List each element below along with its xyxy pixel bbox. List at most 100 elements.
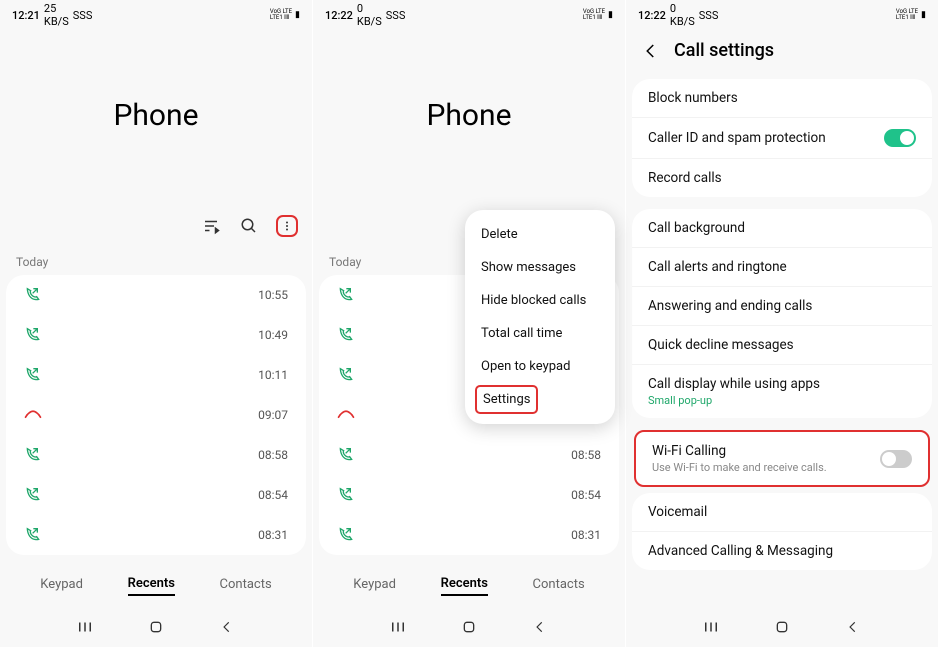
nav-back-icon[interactable]	[530, 617, 550, 637]
call-time: 10:11	[258, 368, 288, 382]
settings-row-call-display-while-using-apps[interactable]: Call display while using apps Small pop-u…	[632, 365, 932, 418]
bottom-tabs: Keypad Recents Contacts	[0, 565, 312, 607]
call-row[interactable]: 10:55	[6, 275, 306, 315]
more-menu-icon[interactable]	[276, 215, 298, 237]
call-row[interactable]: 08:54	[319, 475, 619, 515]
nav-recents-icon[interactable]	[388, 617, 408, 637]
tab-contacts[interactable]: Contacts	[533, 577, 585, 595]
status-speed: 25KB/S	[44, 2, 69, 28]
outgoing-call-icon	[24, 326, 42, 344]
nav-recents-icon[interactable]	[75, 617, 95, 637]
settings-row-title: Advanced Calling & Messaging	[648, 543, 916, 559]
bottom-tabs: Keypad Recents Contacts	[313, 565, 625, 607]
call-time: 09:07	[258, 408, 288, 422]
call-row[interactable]: 09:07	[6, 395, 306, 435]
nav-recents-icon[interactable]	[701, 617, 721, 637]
back-icon[interactable]	[642, 42, 660, 60]
status-indicators: VoG LTELTE1 ⫴⫴ ▮	[896, 9, 926, 21]
settings-row-voicemail[interactable]: Voicemail	[632, 493, 932, 532]
section-today: Today	[0, 247, 312, 275]
menu-item-open-to-keypad[interactable]: Open to keypad	[465, 350, 615, 383]
missed-call-icon	[337, 406, 355, 424]
settings-row-title: Answering and ending calls	[648, 298, 916, 314]
outgoing-call-icon	[24, 486, 42, 504]
settings-group: Wi-Fi Calling Use Wi-Fi to make and recei…	[634, 430, 930, 487]
nav-home-icon[interactable]	[772, 617, 792, 637]
status-bar: 12:22 0KB/S SSS VoG LTELTE1 ⫴⫴ ▮	[626, 0, 938, 26]
toggle-switch[interactable]	[884, 129, 916, 147]
menu-item-show-messages[interactable]: Show messages	[465, 251, 615, 284]
settings-row-title: Record calls	[648, 170, 916, 186]
status-speed: 0KB/S	[357, 2, 382, 28]
status-time: 12:22	[638, 9, 666, 22]
settings-group: Call backgroundCall alerts and ringtone A…	[632, 209, 932, 418]
settings-row-quick-decline-messages[interactable]: Quick decline messages	[632, 326, 932, 365]
call-row[interactable]: 10:11	[6, 355, 306, 395]
status-bar: 12:22 0KB/S SSS VoG LTELTE1 ⫴⫴ ▮	[313, 0, 625, 26]
call-list: 10:55 10:49 10:11 09:07 08:5808:5408:31	[6, 275, 306, 555]
tab-recents[interactable]: Recents	[441, 576, 488, 596]
settings-row-call-background[interactable]: Call background	[632, 209, 932, 248]
settings-row-caller-id-and-spam-protection[interactable]: Caller ID and spam protection	[632, 118, 932, 159]
settings-row-wi-fi-calling[interactable]: Wi-Fi Calling Use Wi-Fi to make and recei…	[636, 432, 928, 485]
page-title: Phone	[426, 98, 511, 133]
call-time: 10:55	[258, 288, 288, 302]
overflow-menu: DeleteShow messagesHide blocked callsTot…	[465, 210, 615, 424]
settings-row-call-alerts-and-ringtone[interactable]: Call alerts and ringtone	[632, 248, 932, 287]
settings-row-title: Caller ID and spam protection	[648, 130, 884, 146]
settings-row-advanced-calling-messaging[interactable]: Advanced Calling & Messaging	[632, 532, 932, 570]
settings-row-title: Call display while using apps	[648, 376, 916, 392]
status-speed: 0KB/S	[670, 2, 695, 28]
call-row[interactable]: 08:54	[6, 475, 306, 515]
outgoing-call-icon	[24, 526, 42, 544]
settings-group: Block numbers Caller ID and spam protecti…	[632, 79, 932, 197]
settings-row-record-calls[interactable]: Record calls	[632, 159, 932, 197]
signal-icon: ▮	[295, 10, 300, 20]
status-carrier: SSS	[386, 9, 406, 22]
outgoing-call-icon	[24, 366, 42, 384]
menu-item-hide-blocked-calls[interactable]: Hide blocked calls	[465, 284, 615, 317]
status-time: 12:22	[325, 9, 353, 22]
menu-item-total-call-time[interactable]: Total call time	[465, 317, 615, 350]
outgoing-call-icon	[337, 446, 355, 464]
nav-home-icon[interactable]	[459, 617, 479, 637]
nav-back-icon[interactable]	[217, 617, 237, 637]
settings-row-subtitle: Use Wi-Fi to make and receive calls.	[652, 461, 880, 474]
nav-home-icon[interactable]	[146, 617, 166, 637]
call-row[interactable]: 10:49	[6, 315, 306, 355]
call-row[interactable]: 08:58	[6, 435, 306, 475]
tab-keypad[interactable]: Keypad	[40, 577, 83, 595]
status-bar: 12:21 25KB/S SSS VoG LTELTE1 ⫴⫴ ▮	[0, 0, 312, 26]
filter-icon[interactable]	[200, 215, 222, 237]
settings-row-title: Wi-Fi Calling	[652, 443, 880, 459]
page-title: Phone	[113, 98, 198, 133]
settings-header: Call settings	[626, 26, 938, 79]
call-time: 08:31	[571, 528, 601, 542]
signal-icon: ▮	[921, 10, 926, 20]
settings-row-answering-and-ending-calls[interactable]: Answering and ending calls	[632, 287, 932, 326]
nav-back-icon[interactable]	[843, 617, 863, 637]
status-carrier: SSS	[73, 9, 93, 22]
app-title-area: Phone	[0, 26, 312, 205]
call-row[interactable]: 08:31	[319, 515, 619, 555]
call-time: 08:58	[571, 448, 601, 462]
tab-recents[interactable]: Recents	[128, 576, 175, 596]
settings-row-subtitle: Small pop-up	[648, 394, 916, 407]
status-carrier: SSS	[699, 9, 719, 22]
toggle-switch[interactable]	[880, 450, 912, 468]
android-navbar	[626, 607, 938, 647]
menu-item-settings[interactable]: Settings	[475, 385, 538, 414]
app-title-area: Phone	[313, 26, 625, 205]
toolbar	[0, 205, 312, 247]
screen-phone-menu-open: 12:22 0KB/S SSS VoG LTELTE1 ⫴⫴ ▮ Phone T…	[313, 0, 626, 647]
menu-item-delete[interactable]: Delete	[465, 218, 615, 251]
outgoing-call-icon	[337, 366, 355, 384]
tab-contacts[interactable]: Contacts	[220, 577, 272, 595]
outgoing-call-icon	[24, 446, 42, 464]
call-row[interactable]: 08:31	[6, 515, 306, 555]
call-row[interactable]: 08:58	[319, 435, 619, 475]
settings-row-block-numbers[interactable]: Block numbers	[632, 79, 932, 118]
tab-keypad[interactable]: Keypad	[353, 577, 396, 595]
settings-group: Voicemail Advanced Calling & Messaging	[632, 493, 932, 570]
search-icon[interactable]	[238, 215, 260, 237]
